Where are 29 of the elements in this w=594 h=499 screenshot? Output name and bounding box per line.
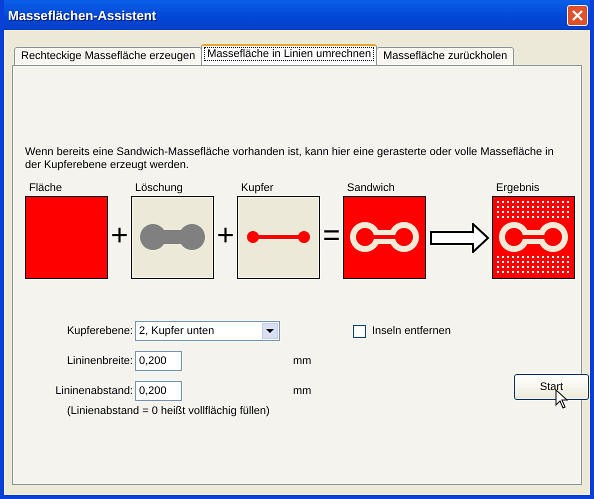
unit-label: mm: [292, 385, 312, 397]
unit-label: mm: [292, 355, 312, 367]
dropdown-arrow-icon: [262, 323, 278, 339]
field-label: Kupferebene:: [66, 325, 134, 337]
copper-layer-dropdown[interactable]: 2, Kupfer unten: [135, 321, 280, 341]
right-arrow-icon: [430, 223, 490, 253]
close-icon: [571, 8, 584, 22]
remove-islands-checkbox[interactable]: Inseln entfernen: [335, 324, 589, 338]
step-label: Kupfer: [240, 182, 274, 194]
operator-sign: +: [216, 218, 236, 254]
field-label: Lininenabstand:: [54, 385, 134, 397]
step-label: Sandwich: [346, 182, 396, 194]
close-button[interactable]: [567, 4, 588, 26]
step-label: Ergebnis: [495, 182, 540, 194]
hint-text: (Linienabstand = 0 heißt vollflächig füllen): [66, 405, 271, 417]
operator-sign: +: [110, 218, 130, 254]
tab[interactable]: Massefläche in Linien umrechnen: [201, 44, 378, 65]
start-button[interactable]: Start: [514, 374, 589, 400]
tab[interactable]: Rechteckige Massefläche erzeugen: [14, 47, 202, 65]
mouse-cursor-icon: [555, 389, 569, 409]
operator-sign: =: [322, 218, 342, 254]
field-label: Lininenbreite:: [66, 355, 134, 367]
line-spacing-field[interactable]: 0,200: [135, 381, 182, 401]
step-label: Fläche: [28, 182, 64, 194]
window-title: Masseflächen-Assistent: [8, 8, 156, 22]
line-width-field[interactable]: 0,200: [135, 351, 182, 371]
tab[interactable]: Massefläche zurückholen: [376, 47, 514, 65]
description-text: Wenn bereits eine Sandwich-Massefläche vorhanden ist, kann hier eine gerasterte oder volle Massefläche in der Kupferebene erzeugt werden.: [25, 146, 555, 172]
step-label: Löschung: [134, 182, 184, 194]
